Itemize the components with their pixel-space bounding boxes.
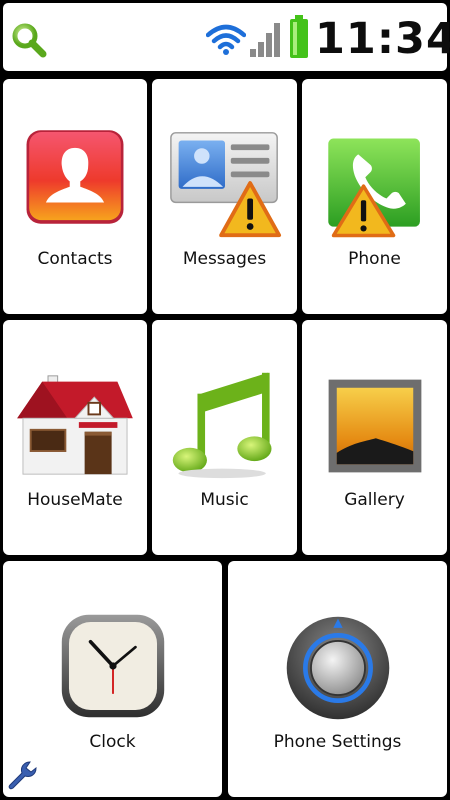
clock-time: 11:34: [315, 14, 450, 64]
clock-icon: [61, 614, 164, 718]
tile-label: Clock: [89, 732, 136, 752]
tile-phone[interactable]: Phone: [302, 79, 447, 314]
tile-label: Messages: [182, 249, 267, 269]
tile-housemate[interactable]: HouseMate: [3, 320, 147, 555]
tile-phone-settings[interactable]: Phone Settings: [228, 561, 447, 797]
settings-knob-icon: [286, 616, 389, 720]
tile-label: HouseMate: [27, 490, 123, 510]
status-bar: 11:34: [3, 3, 450, 71]
contacts-icon: [26, 130, 124, 224]
tile-music[interactable]: Music: [152, 320, 297, 555]
search-icon[interactable]: [11, 22, 47, 58]
music-note-icon: [172, 372, 272, 479]
tile-label: Contacts: [37, 249, 113, 269]
wifi-icon: [206, 24, 246, 55]
messages-icon: [169, 132, 281, 238]
tile-label: Phone: [348, 249, 401, 269]
house-icon: [17, 375, 133, 475]
wrench-icon[interactable]: [6, 758, 40, 792]
tile-label: Music: [200, 490, 249, 510]
signal-icon: [250, 23, 280, 57]
battery-icon: [290, 15, 308, 58]
tile-label: Gallery: [344, 490, 405, 510]
tile-messages[interactable]: Messages: [152, 79, 297, 314]
tile-label: Phone Settings: [273, 732, 402, 752]
tile-contacts[interactable]: Contacts: [3, 79, 147, 314]
tile-gallery[interactable]: Gallery: [302, 320, 447, 555]
phone-icon: [327, 138, 420, 238]
gallery-icon: [328, 379, 421, 473]
